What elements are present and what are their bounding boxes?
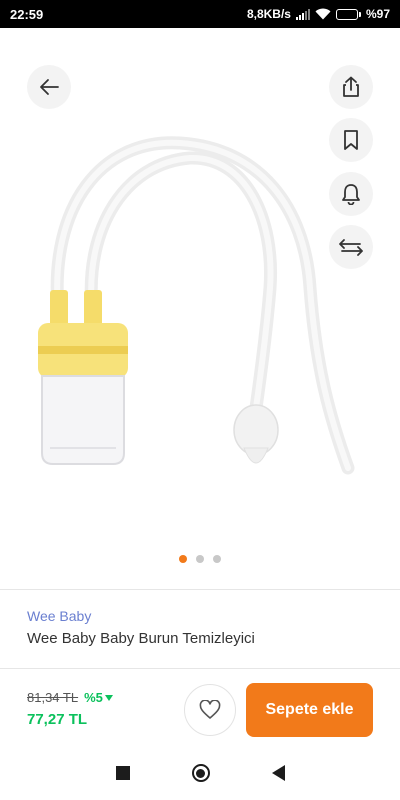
battery-percent: %97 xyxy=(365,7,390,21)
back-button[interactable] xyxy=(27,65,71,109)
status-bar: 22:59 8,8KB/s %97 xyxy=(0,0,400,28)
bookmark-icon xyxy=(344,130,358,150)
divider xyxy=(0,589,400,590)
old-price: 81,34 TL xyxy=(27,690,79,705)
product-gallery[interactable] xyxy=(0,28,400,588)
share-button[interactable] xyxy=(329,65,373,109)
bookmark-button[interactable] xyxy=(329,118,373,162)
product-title: Wee Baby Baby Burun Temizleyici xyxy=(27,630,255,647)
pagination-dot[interactable] xyxy=(213,555,221,563)
status-time: 22:59 xyxy=(10,6,44,22)
brand-link[interactable]: Wee Baby xyxy=(27,608,91,624)
status-indicators: 8,8KB/s %97 xyxy=(247,7,390,21)
add-to-cart-button[interactable]: Sepete ekle xyxy=(246,683,373,737)
pagination-dot[interactable] xyxy=(179,555,187,563)
wifi-icon xyxy=(315,8,331,20)
battery-icon xyxy=(335,8,361,20)
pagination-dot[interactable] xyxy=(196,555,204,563)
share-icon xyxy=(343,76,359,97)
gallery-pagination[interactable] xyxy=(0,555,400,563)
signal-icon xyxy=(295,8,310,20)
network-speed: 8,8KB/s xyxy=(246,7,291,21)
recent-apps-icon[interactable] xyxy=(115,766,130,780)
bell-icon xyxy=(342,184,360,205)
back-icon[interactable] xyxy=(271,765,285,781)
divider xyxy=(0,668,400,669)
product-image[interactable] xyxy=(30,118,380,538)
discount-value: %5 xyxy=(84,690,103,705)
current-price: 77,27 TL xyxy=(27,711,88,728)
system-nav-bar xyxy=(0,746,400,800)
notify-button[interactable] xyxy=(329,172,373,216)
home-icon[interactable] xyxy=(191,764,210,782)
heart-icon xyxy=(199,700,221,719)
down-triangle-icon xyxy=(104,694,113,701)
compare-button[interactable] xyxy=(329,225,373,269)
favorite-button[interactable] xyxy=(184,684,236,736)
compare-arrows-icon xyxy=(339,239,363,256)
arrow-left-icon xyxy=(40,79,59,95)
discount-badge: %5 xyxy=(84,690,113,705)
price-box: 81,34 TL %5 77,27 TL xyxy=(27,690,113,728)
